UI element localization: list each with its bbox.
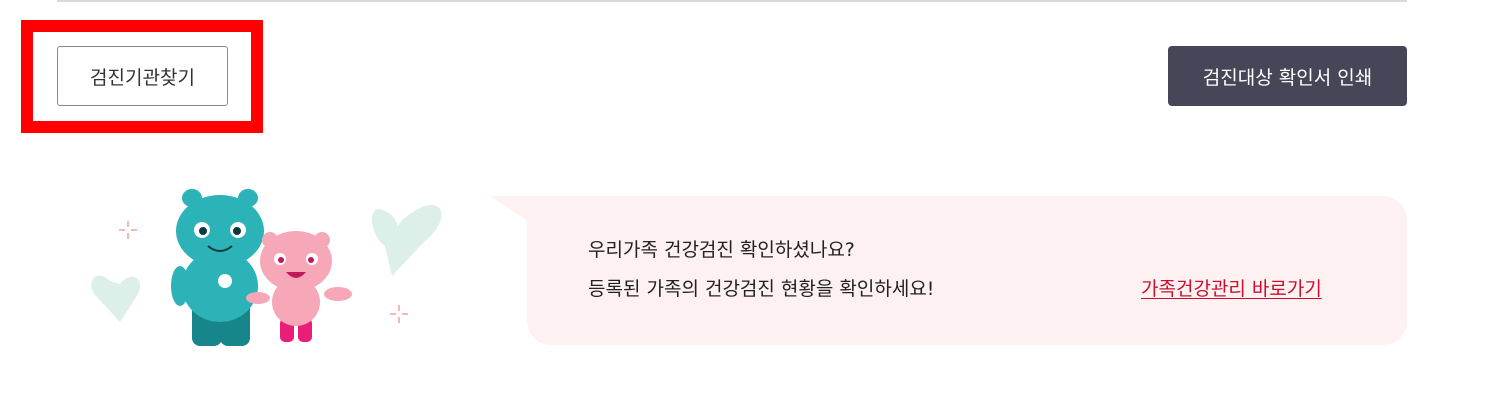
sparkle-icon-right — [390, 305, 408, 323]
family-health-banner — [527, 196, 1407, 345]
family-health-link[interactable]: 가족건강관리 바로가기 — [1141, 274, 1322, 301]
top-divider — [57, 0, 1407, 2]
banner-instruction-text: 등록된 가족의 건강검진 현황을 확인하세요! — [588, 278, 935, 300]
family-mascots-illustration — [80, 186, 460, 356]
teal-mascot-icon — [171, 189, 264, 346]
sparkle-icon-left — [119, 221, 137, 239]
print-certificate-button[interactable]: 검진대상 확인서 인쇄 — [1168, 46, 1407, 106]
heart-icon-right — [371, 204, 442, 276]
banner-question-text: 우리가족 건강검진 확인하셨나요? — [588, 239, 855, 261]
pink-mascot-icon — [246, 231, 352, 342]
heart-icon-left — [91, 275, 141, 322]
find-clinic-button[interactable]: 검진기관찾기 — [57, 46, 228, 106]
